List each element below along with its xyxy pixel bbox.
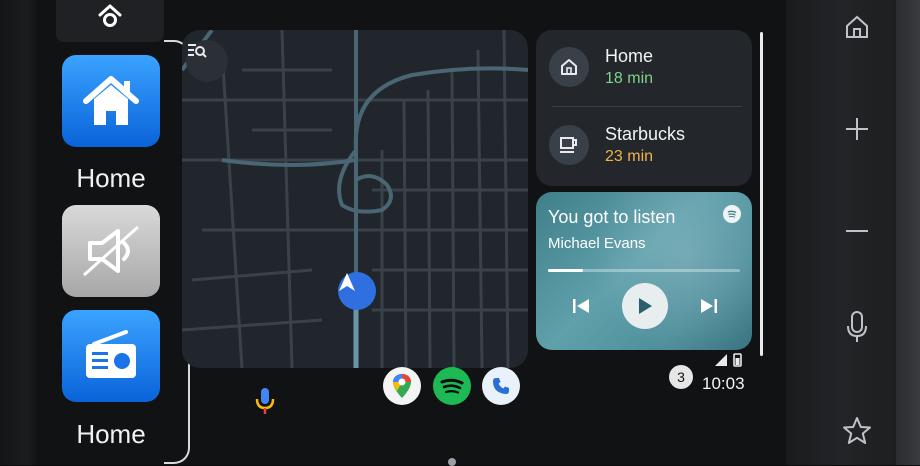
play-button[interactable] [622, 283, 668, 329]
map-search-button[interactable] [186, 40, 228, 82]
destination-eta: 18 min [605, 70, 654, 87]
status-clock: 10:03 [702, 374, 745, 393]
playback-progress[interactable] [548, 269, 740, 272]
google-maps-icon [393, 374, 411, 398]
cards-scrollbar[interactable] [760, 32, 763, 356]
google-maps-app-button[interactable] [383, 367, 421, 405]
destinations-card: Home 18 min Starbucks 23 min [536, 30, 752, 186]
car-radio-app-label: Home [76, 419, 146, 449]
left-bezel [0, 0, 40, 465]
phone-icon [493, 378, 509, 394]
minus-icon [846, 230, 868, 232]
spotify-icon [440, 378, 464, 394]
car-home-top-button[interactable] [56, 0, 164, 42]
physical-favorite-button[interactable] [838, 412, 876, 450]
current-location-marker [338, 272, 376, 310]
signal-icon [715, 353, 742, 367]
home-icon [549, 47, 589, 87]
home-outline-icon [846, 15, 868, 38]
microphone-icon [255, 388, 275, 414]
physical-home-button[interactable] [838, 8, 876, 46]
signal-battery-status [713, 352, 745, 368]
media-player-card[interactable]: You got to listen Michael Evans [536, 192, 752, 350]
car-radio-app[interactable] [62, 310, 160, 402]
radio-icon [86, 330, 136, 378]
spotify-app-button[interactable] [433, 367, 471, 405]
playback-progress-fill [548, 269, 583, 272]
physical-volume-down-button[interactable] [838, 212, 876, 250]
play-icon [639, 298, 652, 314]
search-list-icon [188, 44, 207, 58]
spotify-icon [723, 205, 741, 223]
car-home-app-label: Home [76, 163, 146, 193]
speaker-icon [83, 225, 139, 277]
destinations-divider [552, 106, 742, 107]
next-track-button[interactable] [696, 283, 722, 329]
destination-home[interactable]: Home 18 min [536, 30, 752, 106]
car-app-column: Home Home [44, 0, 192, 465]
destination-name: Home [605, 46, 654, 66]
house-icon [83, 76, 139, 125]
destination-eta: 23 min [605, 148, 654, 165]
skip-next-icon [701, 299, 717, 313]
destination-name: Starbucks [605, 124, 686, 144]
physical-voice-button[interactable] [838, 308, 876, 346]
physical-volume-up-button[interactable] [838, 110, 876, 148]
home-outline-icon [98, 4, 122, 27]
assistant-button[interactable] [254, 386, 276, 416]
phone-app-button[interactable] [482, 367, 520, 405]
track-title: You got to listen [548, 207, 676, 227]
microphone-outline-icon [847, 311, 867, 342]
plus-icon [846, 118, 868, 140]
car-audio-app[interactable] [62, 205, 160, 297]
star-outline-icon [843, 417, 871, 444]
track-artist: Michael Evans [548, 235, 646, 252]
coffee-icon [549, 125, 589, 165]
notification-count-badge[interactable]: 3 [669, 365, 693, 389]
navigation-arrow-icon [339, 273, 355, 291]
previous-track-button[interactable] [568, 283, 594, 329]
skip-previous-icon [573, 299, 589, 313]
destination-starbucks[interactable]: Starbucks 23 min [536, 108, 752, 184]
map-roads [182, 30, 528, 368]
navigation-map[interactable] [182, 30, 528, 368]
car-home-app[interactable] [62, 55, 160, 147]
bezel-edge [896, 0, 920, 465]
